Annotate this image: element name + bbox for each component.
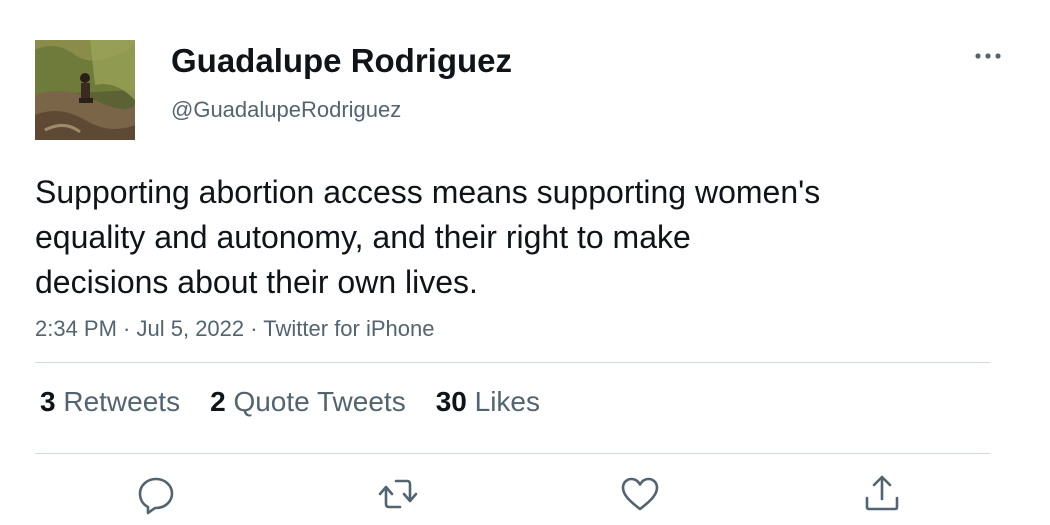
share-icon xyxy=(865,475,899,511)
quote-tweets-count: 2 xyxy=(210,386,226,417)
tweet-text-line: equality and autonomy, and their right t… xyxy=(35,219,691,255)
more-horizontal-icon xyxy=(975,53,1001,59)
heart-icon xyxy=(621,477,659,511)
likes-count: 30 xyxy=(435,386,467,417)
retweets-stat[interactable]: 3 Retweets xyxy=(40,386,180,418)
retweet-button[interactable] xyxy=(376,472,420,516)
meta-separator: · xyxy=(116,316,137,341)
meta-separator: · xyxy=(244,316,264,341)
user-handle[interactable]: @GuadalupeRodriguez xyxy=(171,97,401,123)
divider xyxy=(35,362,990,363)
display-name[interactable]: Guadalupe Rodriguez xyxy=(171,42,512,80)
likes-label: Likes xyxy=(474,386,541,417)
avatar[interactable] xyxy=(35,40,135,140)
likes-stat[interactable]: 30 Likes xyxy=(436,386,540,418)
like-button[interactable] xyxy=(618,472,662,516)
tweet-source[interactable]: Twitter for iPhone xyxy=(263,316,434,341)
quote-tweets-stat[interactable]: 2 Quote Tweets xyxy=(210,386,406,418)
retweets-label: Retweets xyxy=(63,386,181,417)
avatar-image xyxy=(35,40,135,140)
reply-icon xyxy=(138,477,174,515)
tweet-text-line: decisions about their own lives. xyxy=(35,264,478,300)
quote-tweets-label: Quote Tweets xyxy=(233,386,406,417)
tweet-date[interactable]: Jul 5, 2022 xyxy=(137,316,245,341)
tweet-text: Supporting abortion access means support… xyxy=(35,170,995,305)
share-button[interactable] xyxy=(860,472,904,516)
tweet-time[interactable]: 2:34 PM xyxy=(35,316,117,341)
tweet-metadata: 2:34 PM · Jul 5, 2022 · Twitter for iPho… xyxy=(35,316,434,342)
retweets-count: 3 xyxy=(40,386,56,417)
divider xyxy=(35,453,990,454)
retweet-icon xyxy=(378,479,418,509)
reply-button[interactable] xyxy=(134,472,178,516)
tweet-text-line: Supporting abortion access means support… xyxy=(35,174,821,210)
tweet-stats: 3 Retweets 2 Quote Tweets 30 Likes xyxy=(40,386,570,418)
tweet-actions xyxy=(0,472,1050,522)
more-options-button[interactable] xyxy=(972,42,1004,70)
